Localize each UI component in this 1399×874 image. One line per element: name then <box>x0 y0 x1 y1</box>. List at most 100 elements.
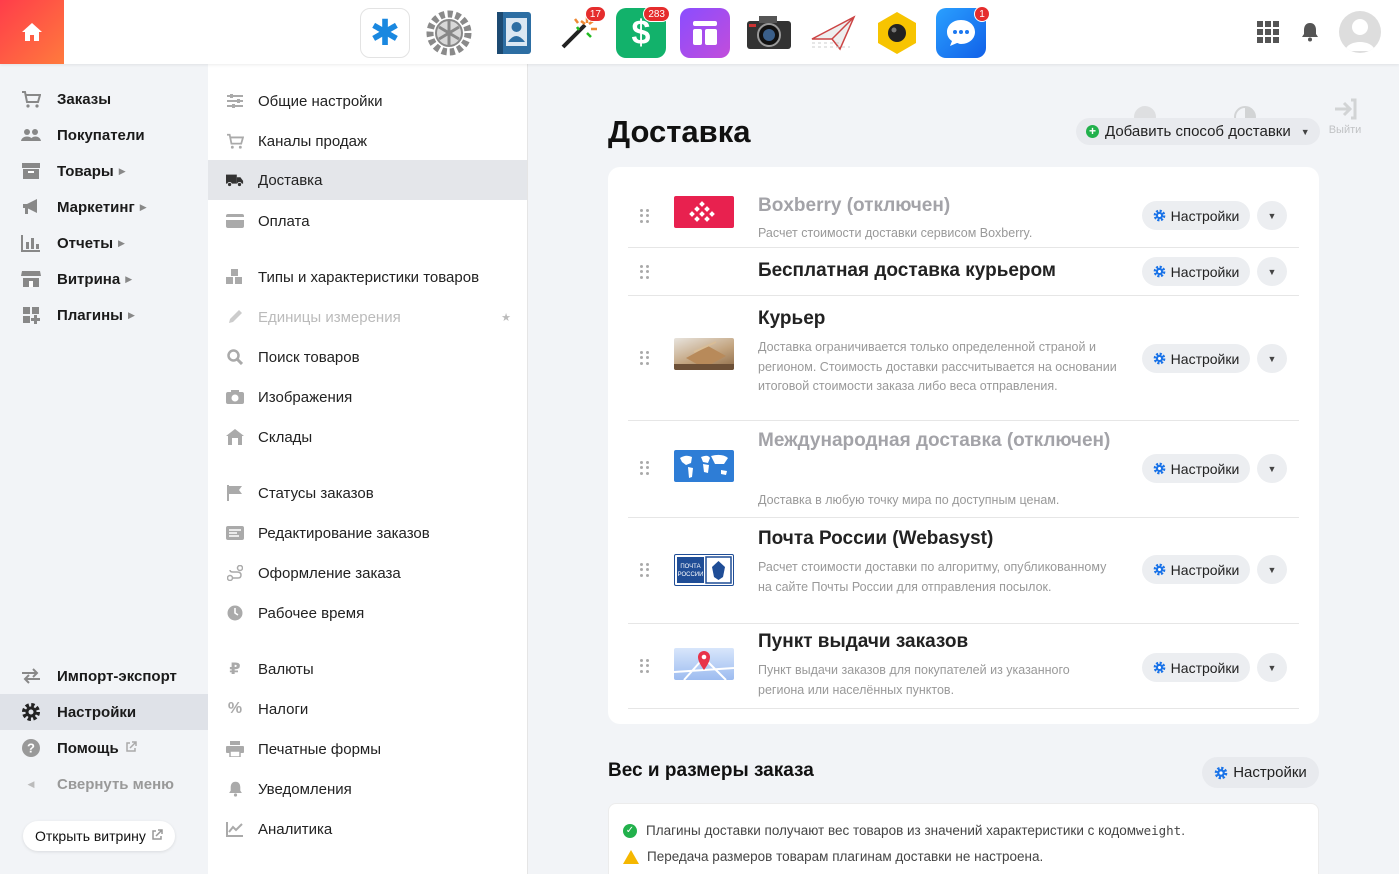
magic-wand-app-icon[interactable]: 17 <box>552 6 606 58</box>
camera-app-icon[interactable] <box>744 8 794 58</box>
shipping-actions-dropdown[interactable]: ▼ <box>1257 257 1287 286</box>
drag-handle-icon[interactable] <box>640 265 650 279</box>
chat-app-icon[interactable]: 1 <box>936 6 990 58</box>
settings-item-notifications[interactable]: Уведомления <box>208 769 527 809</box>
shipping-row: Бесплатная доставка курьером Настройки ▼ <box>628 248 1299 296</box>
apps-grid-icon[interactable] <box>1257 21 1279 43</box>
settings-item-order-statuses[interactable]: Статусы заказов <box>208 473 527 513</box>
users-icon <box>21 125 41 145</box>
megaphone-icon <box>21 197 41 217</box>
settings-item-print-forms[interactable]: Печатные формы <box>208 729 527 769</box>
sidebar-item-customers[interactable]: Покупатели <box>0 117 208 153</box>
gear-icon <box>1153 661 1166 674</box>
pickup-map-image <box>674 648 734 680</box>
shipping-settings-button[interactable]: Настройки <box>1142 555 1250 584</box>
shipping-title[interactable]: Почта России (Webasyst) <box>758 524 993 554</box>
sidebar-item-marketing[interactable]: Маркетинг ▶ <box>0 189 208 225</box>
sidebar-item-orders[interactable]: Заказы <box>0 81 208 117</box>
contacts-app-icon[interactable] <box>488 8 538 58</box>
settings-item-working-hours[interactable]: Рабочее время <box>208 593 527 633</box>
app-launcher: ✱ 17 $ 283 1 <box>360 6 990 58</box>
gear-icon <box>21 702 41 722</box>
asterisk-app-icon[interactable]: ✱ <box>360 8 410 58</box>
settings-item-product-types[interactable]: Типы и характеристики товаров <box>208 257 527 297</box>
gear-app-icon[interactable] <box>424 8 474 58</box>
shipping-actions-dropdown[interactable]: ▼ <box>1257 454 1287 483</box>
drag-handle-icon[interactable] <box>640 209 650 223</box>
world-map-image <box>674 450 734 482</box>
credit-card-icon <box>226 212 244 230</box>
shipping-settings-button[interactable]: Настройки <box>1142 653 1250 682</box>
settings-item-images[interactable]: Изображения <box>208 377 527 417</box>
flag-icon <box>226 484 244 502</box>
settings-item-taxes[interactable]: % Налоги <box>208 689 527 729</box>
settings-item-order-editing[interactable]: Редактирование заказов <box>208 513 527 553</box>
shipping-actions-dropdown[interactable]: ▼ <box>1257 344 1287 373</box>
dollar-app-icon[interactable]: $ 283 <box>616 6 670 58</box>
shipping-title[interactable]: Международная доставка (отключен) <box>758 426 1118 456</box>
weight-info-warning: Передача размеров товарам плагинам доста… <box>623 849 1043 864</box>
home-button[interactable] <box>0 0 64 64</box>
shipping-actions-dropdown[interactable]: ▼ <box>1257 555 1287 584</box>
drag-handle-icon[interactable] <box>640 563 650 577</box>
shipping-title[interactable]: Бесплатная доставка курьером <box>758 256 1056 286</box>
avatar[interactable] <box>1339 11 1381 53</box>
boxberry-logo <box>674 196 734 228</box>
sidebar-item-help[interactable]: ? Помощь <box>0 730 208 766</box>
gear-icon <box>1153 352 1166 365</box>
top-bar: ✱ 17 $ 283 1 <box>0 0 1399 64</box>
weight-settings-button[interactable]: Настройки <box>1202 757 1319 788</box>
settings-item-label: Печатные формы <box>258 740 382 758</box>
main-sidebar: Заказы Покупатели Товары ▶ Маркетинг ▶ Отч… <box>0 64 208 874</box>
settings-label: Настройки <box>1170 659 1240 676</box>
settings-item-label: Типы и характеристики товаров <box>258 268 480 286</box>
settings-item-label: Аналитика <box>258 820 333 838</box>
add-shipping-method-button[interactable]: + Добавить способ доставки ▼ <box>1076 118 1320 145</box>
sidebar-item-import-export[interactable]: Импорт-экспорт <box>0 658 208 694</box>
sidebar-item-label: Товары <box>57 162 114 180</box>
hex-bug-app-icon[interactable] <box>872 8 922 58</box>
sidebar-item-plugins[interactable]: Плагины ▶ <box>0 297 208 333</box>
layout-app-icon[interactable] <box>680 8 730 58</box>
shipping-actions-dropdown[interactable]: ▼ <box>1257 653 1287 682</box>
sidebar-item-storefront[interactable]: Витрина ▶ <box>0 261 208 297</box>
external-link-icon <box>125 740 137 757</box>
settings-item-sales-channels[interactable]: Каналы продаж <box>208 121 527 161</box>
sidebar-item-products[interactable]: Товары ▶ <box>0 153 208 189</box>
pencil-icon <box>226 308 244 326</box>
paper-plane-app-icon[interactable] <box>808 8 858 58</box>
app-badge: 17 <box>584 6 606 22</box>
settings-item-analytics[interactable]: Аналитика <box>208 809 527 849</box>
collapse-menu-button[interactable]: ◀ Свернуть меню <box>0 766 208 802</box>
shipping-description: Доставка ограничивается только определен… <box>758 340 1117 393</box>
drag-handle-icon[interactable] <box>640 351 650 365</box>
open-storefront-button[interactable]: Открыть витрину <box>23 821 175 851</box>
shipping-settings-button[interactable]: Настройки <box>1142 257 1250 286</box>
settings-item-general[interactable]: Общие настройки <box>208 81 527 121</box>
shipping-title[interactable]: Курьер <box>758 304 825 334</box>
settings-item-label: Редактирование заказов <box>258 524 430 542</box>
shipping-title[interactable]: Boxberry (отключен) <box>758 191 950 221</box>
settings-item-label: Склады <box>258 428 313 446</box>
settings-item-checkout[interactable]: Оформление заказа <box>208 553 527 593</box>
logout-icon <box>1335 98 1357 120</box>
shipping-settings-button[interactable]: Настройки <box>1142 344 1250 373</box>
shipping-title[interactable]: Пункт выдачи заказов <box>758 627 968 657</box>
settings-item-shipping[interactable]: Доставка <box>208 160 527 200</box>
settings-item-payment[interactable]: Оплата <box>208 201 527 241</box>
drag-handle-icon[interactable] <box>640 659 650 673</box>
settings-item-units[interactable]: Единицы измерения ★ <box>208 297 527 337</box>
settings-item-currencies[interactable]: ₽ Валюты <box>208 649 527 689</box>
chevron-right-icon: ▶ <box>128 309 135 320</box>
shipping-settings-button[interactable]: Настройки <box>1142 201 1250 230</box>
settings-item-search[interactable]: Поиск товаров <box>208 337 527 377</box>
sidebar-item-settings[interactable]: Настройки <box>0 694 208 730</box>
settings-item-warehouses[interactable]: Склады <box>208 417 527 457</box>
sidebar-item-reports[interactable]: Отчеты ▶ <box>0 225 208 261</box>
store-icon <box>21 269 41 289</box>
bell-icon[interactable] <box>1301 22 1319 42</box>
drag-handle-icon[interactable] <box>640 461 650 475</box>
shipping-settings-button[interactable]: Настройки <box>1142 454 1250 483</box>
shipping-actions-dropdown[interactable]: ▼ <box>1257 201 1287 230</box>
page-title: Доставка <box>608 114 751 149</box>
